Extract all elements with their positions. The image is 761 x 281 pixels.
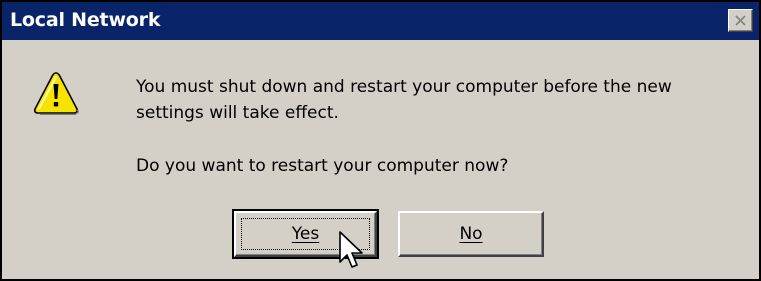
yes-button-label: Yes	[291, 224, 320, 244]
warning-icon	[34, 72, 79, 115]
close-icon	[735, 15, 746, 26]
no-button[interactable]: No	[398, 211, 544, 257]
message-line-1: You must shut down and restart your comp…	[136, 77, 672, 97]
mouse-pointer-icon	[339, 231, 363, 268]
close-button[interactable]	[728, 9, 753, 32]
title-bar[interactable]: Local Network	[2, 2, 759, 40]
no-button-label: No	[459, 224, 483, 244]
restart-question: Do you want to restart your computer now…	[136, 156, 509, 176]
restart-dialog: Local Network You must shut down and res…	[0, 0, 761, 281]
window-title: Local Network	[10, 9, 161, 31]
message-line-2: settings will take effect.	[136, 103, 339, 123]
